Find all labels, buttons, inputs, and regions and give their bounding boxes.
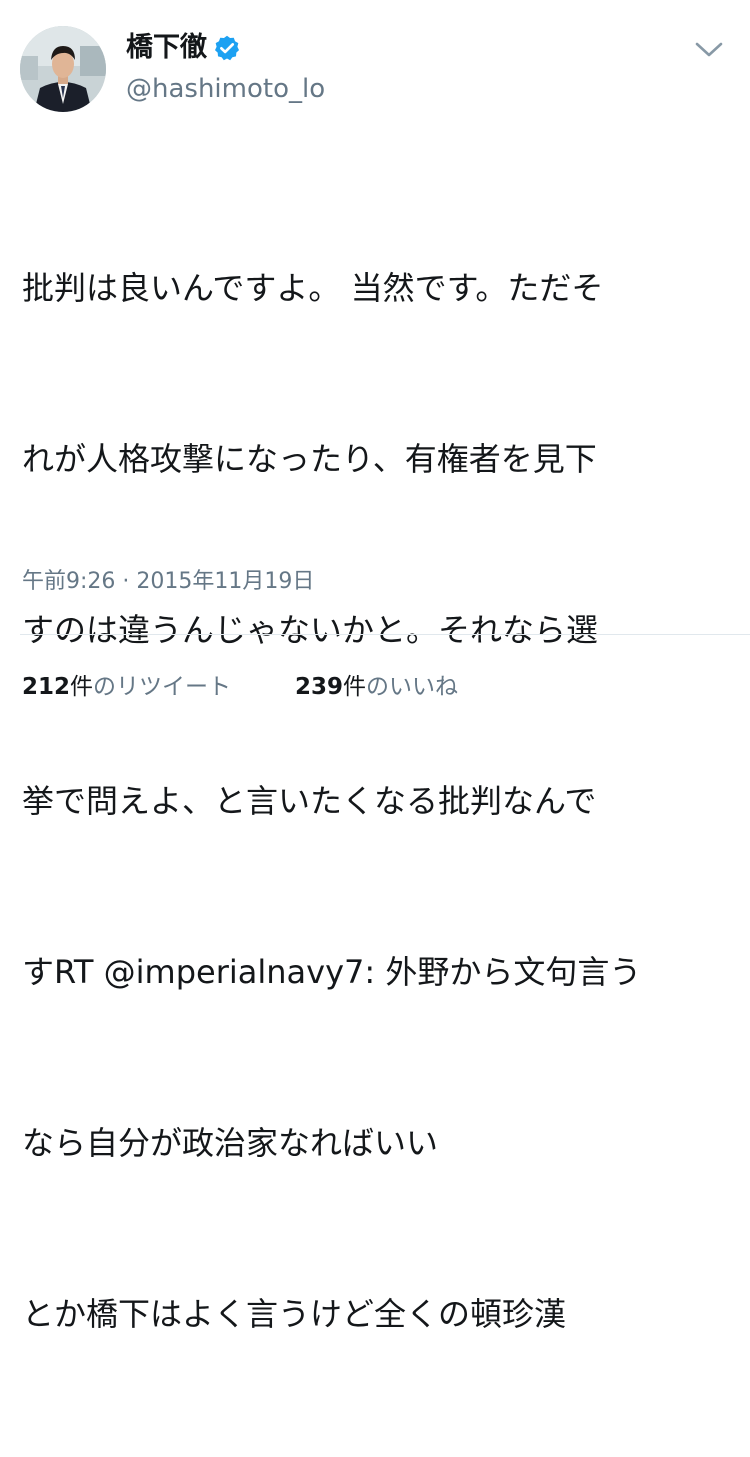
tweet-text-line: れが人格攻撃になったり、有権者を見下: [22, 440, 597, 478]
verified-badge-icon: [213, 34, 241, 62]
tweet-text-line: すのは違うんじゃないかと。それなら選: [22, 611, 599, 649]
profile-photo-image: [20, 26, 106, 112]
divider: [20, 634, 750, 635]
author-name-row[interactable]: 橋下徹: [126, 30, 241, 66]
tweet-text-line: 批判は良いんですよ。 当然です。ただそ: [22, 269, 604, 307]
like-count: 239: [295, 674, 344, 700]
like-label: のいいね: [366, 674, 459, 700]
tweet-text: 批判は良いんですよ。 当然です。ただそ れが人格攻撃になったり、有権者を見下 す…: [22, 146, 722, 1457]
avatar[interactable]: [20, 26, 106, 112]
retweet-count: 212: [22, 674, 71, 700]
tweet-text-line: なら自分が政治家なればいい: [22, 1124, 439, 1162]
retweet-count-unit: 件: [70, 674, 94, 700]
tweet-text-line: 挙で問えよ、と言いたくなる批判なんで: [22, 782, 597, 820]
tweet-stats: 212 件 のリツイート 239 件 のいいね: [22, 662, 458, 706]
retweet-count-link[interactable]: 212 件 のリツイート: [22, 667, 231, 701]
like-count-link[interactable]: 239 件 のいいね: [295, 667, 458, 701]
chevron-down-icon[interactable]: [692, 36, 726, 64]
author-handle[interactable]: @hashimoto_lo: [126, 72, 325, 106]
author-name[interactable]: 橋下徹: [126, 30, 207, 66]
retweet-label: のリツイート: [93, 674, 232, 700]
tweet-text-line: とか橋下はよく言うけど全くの頓珍漢: [22, 1295, 567, 1333]
tweet-card: 橋下徹 @hashimoto_lo 批判は良いんですよ。 当然です。ただそ れが…: [0, 0, 750, 1333]
like-count-unit: 件: [343, 674, 367, 700]
tweet-text-line: すRT @imperialnavy7: 外野から文句言う: [22, 953, 642, 991]
tweet-timestamp[interactable]: 午前9:26 · 2015年11月19日: [22, 564, 314, 600]
